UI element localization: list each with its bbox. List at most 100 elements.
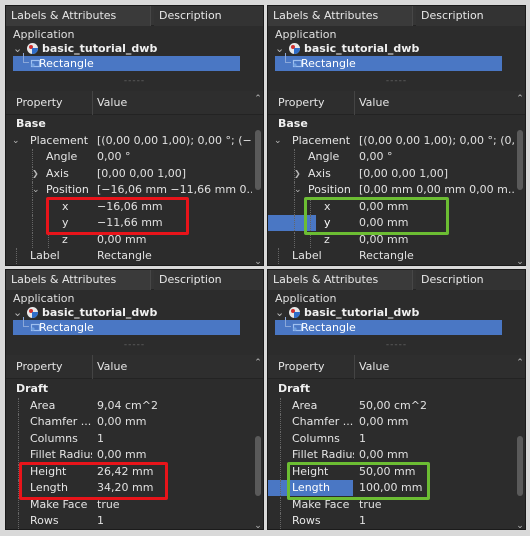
property-row[interactable]: ⌄ Placement [(0,00 0,00 1,00); 0,00 °; (0,… (268, 133, 518, 149)
header-value[interactable]: Value (359, 360, 389, 373)
property-row[interactable]: ❯ Axis [0,00 0,00 1,00] (268, 165, 518, 182)
header-value[interactable]: Value (97, 96, 127, 109)
property-row[interactable]: ❯ Axis [0,00 0,00 1,00] (6, 165, 256, 182)
tab-description[interactable]: Description (154, 270, 263, 290)
property-row[interactable]: Columns 1 (6, 430, 256, 447)
tree-document-item[interactable]: ⌄ basic_tutorial_dwb (275, 41, 419, 56)
property-row[interactable]: Angle 0,00 ° (268, 149, 518, 165)
tab-labels-attributes[interactable]: Labels & Attributes (6, 270, 151, 290)
tab-description[interactable]: Description (154, 6, 263, 26)
property-value[interactable]: 0,00 ° (97, 149, 252, 165)
chevron-right-icon[interactable]: ❯ (32, 166, 39, 182)
property-value[interactable]: [0,00 0,00 1,00] (359, 166, 514, 182)
splitter-handle[interactable]: ----- (6, 341, 263, 350)
property-row[interactable]: Chamfer ... 0,00 mm (268, 414, 518, 430)
tab-labels-attributes[interactable]: Labels & Attributes (268, 6, 413, 26)
scroll-up-icon[interactable]: ⌃ (516, 358, 524, 368)
property-value[interactable]: 0,00 mm (97, 414, 252, 430)
property-row[interactable]: ⌄ Position [−16,06 mm −11,66 mm 0... (6, 182, 256, 198)
property-row[interactable]: Rows 1 (6, 513, 256, 529)
property-value[interactable]: [(0,00 0,00 1,00); 0,00 °; (−... (97, 133, 252, 149)
header-divider[interactable] (92, 355, 93, 379)
property-value[interactable]: 9,04 cm^2 (97, 398, 252, 414)
property-value[interactable]: Rectangle (97, 248, 252, 264)
property-value[interactable]: 0,00 mm (359, 414, 514, 430)
property-value[interactable]: 1 (359, 431, 514, 447)
property-row[interactable]: Area 9,04 cm^2 (6, 397, 256, 414)
property-value[interactable]: 1 (359, 513, 514, 529)
property-value[interactable]: 0,00 ° (359, 149, 514, 165)
property-row[interactable]: Area 50,00 cm^2 (268, 397, 518, 414)
property-row[interactable]: Label Rectangle (268, 248, 518, 264)
vertical-scrollbar[interactable]: ⌃ ⌄ (516, 358, 524, 529)
vertical-scrollbar[interactable]: ⌃ ⌄ (254, 358, 262, 529)
scroll-down-icon[interactable]: ⌄ (516, 521, 524, 529)
tab-labels-attributes[interactable]: Labels & Attributes (268, 270, 413, 290)
header-property[interactable]: Property (16, 360, 63, 373)
tree-object-item-selected[interactable]: Rectangle (275, 53, 502, 71)
tab-description[interactable]: Description (416, 6, 525, 26)
scroll-up-icon[interactable]: ⌃ (254, 358, 262, 368)
property-value[interactable]: 1 (97, 431, 252, 447)
scroll-up-icon[interactable]: ⌃ (516, 94, 524, 104)
scrollbar-thumb[interactable] (517, 436, 523, 496)
header-divider[interactable] (92, 91, 93, 115)
chevron-down-icon[interactable]: ⌄ (32, 182, 40, 198)
scroll-down-icon[interactable]: ⌄ (254, 257, 262, 265)
property-value[interactable]: [(0,00 0,00 1,00); 0,00 °; (0,... (359, 133, 514, 149)
chevron-down-icon[interactable]: ⌄ (13, 41, 23, 56)
property-row[interactable]: Chamfer ... 0,00 mm (6, 414, 256, 430)
header-divider[interactable] (354, 355, 355, 379)
header-property[interactable]: Property (278, 360, 325, 373)
scroll-down-icon[interactable]: ⌄ (516, 257, 524, 265)
header-property[interactable]: Property (278, 96, 325, 109)
tree-document-item[interactable]: ⌄ basic_tutorial_dwb (13, 305, 157, 320)
property-value[interactable]: Rectangle (359, 248, 514, 264)
property-value[interactable]: 1 (97, 513, 252, 529)
property-value[interactable]: [0,00 mm 0,00 mm 0,00 m... (359, 182, 514, 198)
scroll-down-icon[interactable]: ⌄ (254, 521, 262, 529)
tab-description[interactable]: Description (416, 270, 525, 290)
tree-document-item[interactable]: ⌄ basic_tutorial_dwb (275, 305, 419, 320)
chevron-down-icon[interactable]: ⌄ (275, 305, 285, 320)
tree-object-item-selected[interactable]: Rectangle (13, 53, 240, 71)
scrollbar-thumb[interactable] (517, 130, 523, 190)
tree-object-item-selected[interactable]: Rectangle (13, 317, 240, 335)
tree-guide-line (278, 248, 279, 264)
splitter-handle[interactable]: ----- (268, 77, 525, 86)
property-row[interactable]: Rows 1 (268, 513, 518, 529)
chevron-down-icon[interactable]: ⌄ (294, 182, 302, 198)
chevron-down-icon[interactable]: ⌄ (275, 41, 285, 56)
tab-labels-attributes[interactable]: Labels & Attributes (6, 6, 151, 26)
vertical-scrollbar[interactable]: ⌃ ⌄ (516, 94, 524, 265)
property-row[interactable]: Angle 0,00 ° (6, 149, 256, 165)
chevron-right-icon[interactable]: ❯ (294, 166, 301, 182)
property-row[interactable]: Label Rectangle (6, 248, 256, 264)
scroll-up-icon[interactable]: ⌃ (254, 94, 262, 104)
header-property[interactable]: Property (16, 96, 63, 109)
property-value[interactable]: [0,00 0,00 1,00] (97, 166, 252, 182)
scrollbar-thumb[interactable] (255, 436, 261, 496)
property-row[interactable]: Fillet Radius 0,00 mm (6, 447, 256, 463)
splitter-handle[interactable]: ----- (6, 77, 263, 86)
property-value[interactable]: 0,00 mm (97, 447, 252, 463)
property-row[interactable]: Fillet Radius 0,00 mm (268, 447, 518, 463)
header-value[interactable]: Value (359, 96, 389, 109)
property-value[interactable]: 50,00 cm^2 (359, 398, 514, 414)
chevron-down-icon[interactable]: ⌄ (13, 305, 23, 320)
chevron-down-icon[interactable]: ⌄ (274, 133, 282, 149)
header-value[interactable]: Value (97, 360, 127, 373)
tree-document-item[interactable]: ⌄ basic_tutorial_dwb (13, 41, 157, 56)
tree-object-item-selected[interactable]: Rectangle (275, 317, 502, 335)
property-row[interactable]: ⌄ Position [0,00 mm 0,00 mm 0,00 m... (268, 182, 518, 198)
property-row[interactable]: Columns 1 (268, 430, 518, 447)
property-value[interactable]: 0,00 mm (359, 447, 514, 463)
vertical-scrollbar[interactable]: ⌃ ⌄ (254, 94, 262, 265)
header-divider[interactable] (354, 91, 355, 115)
chevron-down-icon[interactable]: ⌄ (12, 133, 20, 149)
property-value[interactable]: [−16,06 mm −11,66 mm 0... (97, 182, 252, 198)
property-row[interactable]: ⌄ Placement [(0,00 0,00 1,00); 0,00 °; (−.… (6, 133, 256, 149)
property-name: Axis (308, 166, 331, 180)
scrollbar-thumb[interactable] (255, 130, 261, 190)
splitter-handle[interactable]: ----- (268, 341, 525, 350)
